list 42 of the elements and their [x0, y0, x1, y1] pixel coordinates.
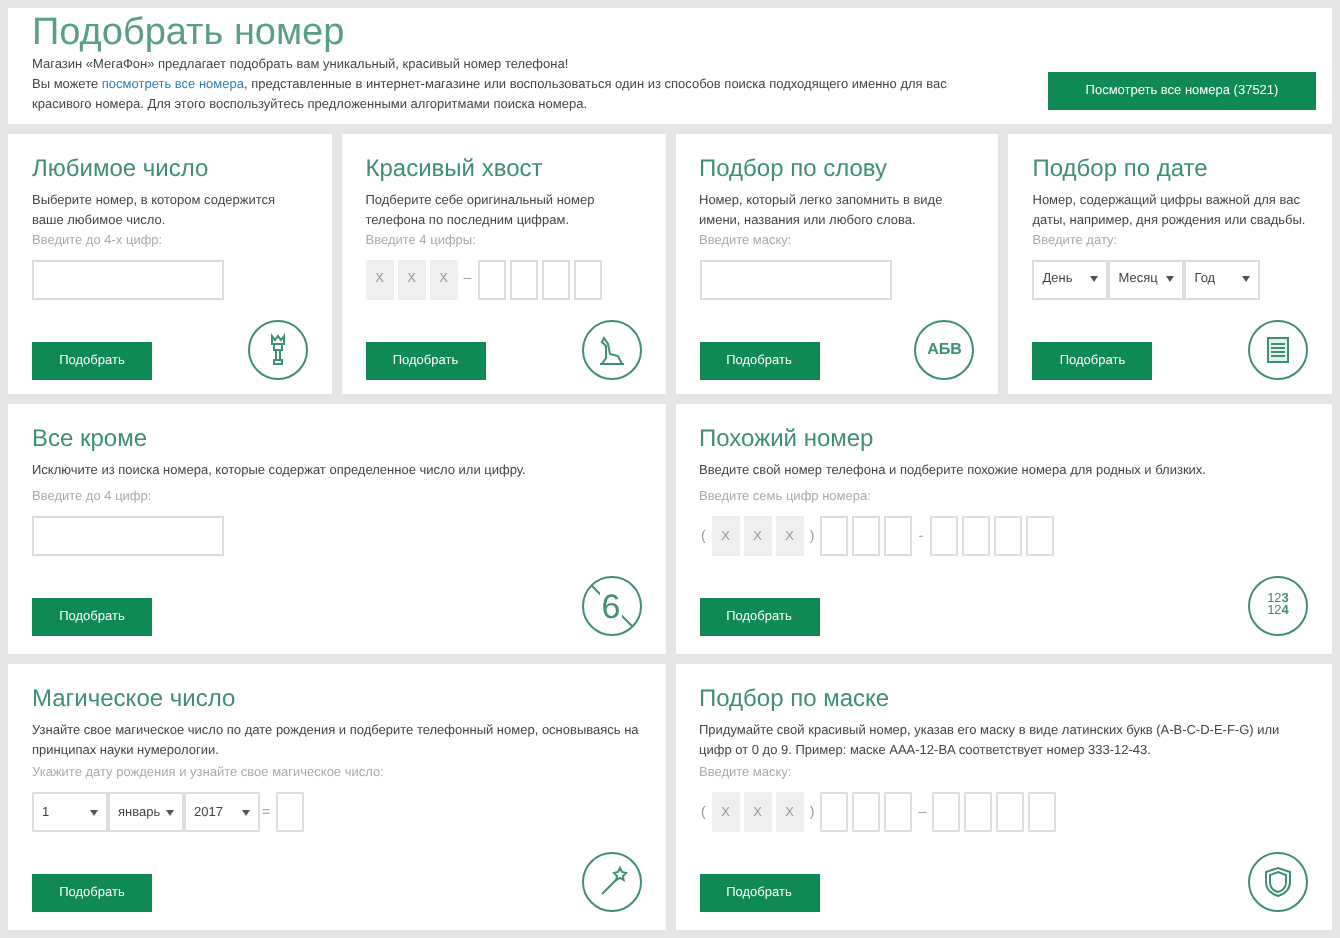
digit-field[interactable]	[993, 516, 1022, 556]
input-field[interactable]	[32, 516, 224, 556]
digit-field[interactable]	[932, 792, 961, 832]
digit-field[interactable]	[820, 516, 849, 556]
digit-field[interactable]	[276, 792, 305, 832]
card-title: Все кроме	[32, 424, 150, 452]
input-field[interactable]	[699, 259, 891, 300]
digit-field[interactable]	[820, 792, 849, 832]
digit-field[interactable]	[884, 792, 913, 832]
digit-field[interactable]	[964, 792, 993, 832]
digit-field[interactable]	[961, 516, 990, 556]
digit-field[interactable]	[1025, 516, 1054, 556]
card-title: Красивый хвост	[365, 154, 545, 182]
digit-field[interactable]	[852, 792, 881, 832]
input-field[interactable]	[32, 259, 224, 300]
page-title: Подобрать номер	[32, 13, 347, 52]
caret-icon	[90, 809, 98, 815]
card-title: Подбор по дате	[1032, 154, 1210, 182]
caret-icon	[242, 809, 250, 815]
crossed-digit-icon: 6	[581, 576, 641, 636]
card-title: Подбор по слову	[699, 154, 890, 182]
digit-field[interactable]	[509, 259, 538, 300]
caret-icon	[166, 809, 174, 815]
shield-icon	[1248, 852, 1308, 912]
card-title: Магическое число	[32, 684, 238, 712]
caret-icon	[1090, 276, 1099, 283]
card-title: Похожий номер	[699, 424, 876, 452]
card-title: Подбор по маске	[699, 684, 892, 712]
card-title: Любимое число	[32, 154, 211, 182]
digit-field[interactable]	[541, 259, 570, 300]
digit-field[interactable]	[573, 259, 602, 300]
digit-field[interactable]	[996, 792, 1025, 832]
digit-field[interactable]	[884, 516, 913, 556]
wand-icon	[581, 852, 641, 912]
digit-field[interactable]	[477, 259, 506, 300]
digit-field[interactable]	[852, 516, 881, 556]
digit-field[interactable]	[929, 516, 958, 556]
calendar-icon	[1248, 319, 1308, 380]
caret-icon	[1166, 276, 1175, 283]
letters-icon: АБВ	[914, 319, 975, 380]
caret-icon	[1242, 276, 1251, 283]
digit-field[interactable]	[1028, 792, 1057, 832]
